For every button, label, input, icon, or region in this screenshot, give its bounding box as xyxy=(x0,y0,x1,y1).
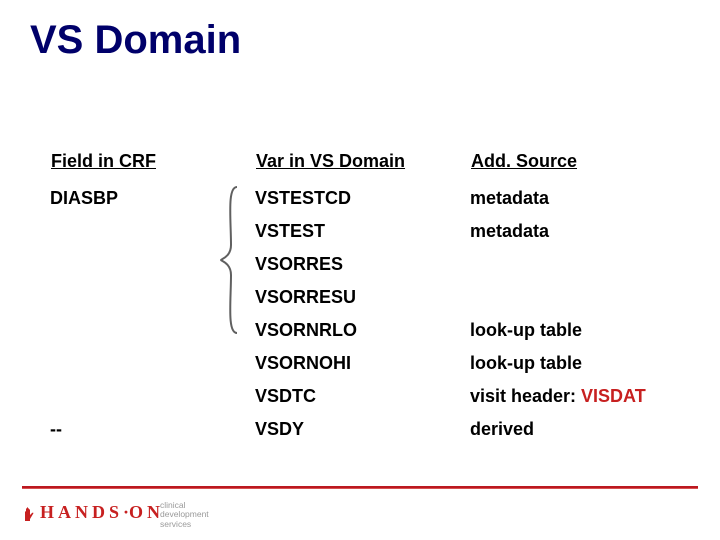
table-row: VSORRES xyxy=(50,248,710,281)
table-row: VSTEST metadata xyxy=(50,215,710,248)
cell-var: VSDTC xyxy=(255,380,470,413)
logo-text-tail: ON xyxy=(129,502,164,523)
cell-var: VSDY xyxy=(255,413,470,446)
cell-source: metadata xyxy=(470,215,710,248)
table-row: -- VSDY derived xyxy=(50,413,710,446)
logo-text-main: HANDS xyxy=(40,502,123,523)
cell-crf: DIASBP xyxy=(50,182,255,215)
cell-source: look-up table xyxy=(470,347,710,380)
cell-source xyxy=(470,248,710,281)
cell-crf: -- xyxy=(50,413,255,446)
table-header-row: Field in CRF Var in VS Domain Add. Sourc… xyxy=(50,150,710,182)
table-row: VSORNOHI look-up table xyxy=(50,347,710,380)
cell-crf xyxy=(50,281,255,314)
cell-crf xyxy=(50,347,255,380)
slide: VS Domain Field in CRF Var in VS Domain … xyxy=(0,0,720,540)
table-row: VSORNRLO look-up table xyxy=(50,314,710,347)
header-var: Var in VS Domain xyxy=(255,150,470,182)
cell-var: VSORRES xyxy=(255,248,470,281)
cell-var: VSORNOHI xyxy=(255,347,470,380)
cell-var: VSTESTCD xyxy=(255,182,470,215)
cell-crf xyxy=(50,215,255,248)
header-crf: Field in CRF xyxy=(50,150,255,182)
cell-crf xyxy=(50,380,255,413)
logo-sub-line: services xyxy=(160,520,209,529)
footer-logo-subtitle: clinical development services xyxy=(160,501,209,529)
cell-source: metadata xyxy=(470,182,710,215)
cell-source: derived xyxy=(470,413,710,446)
cell-var: VSTEST xyxy=(255,215,470,248)
table-row: DIASBP VSTESTCD metadata xyxy=(50,182,710,215)
slide-title: VS Domain xyxy=(30,18,241,63)
hand-icon xyxy=(22,505,36,521)
mapping-table: Field in CRF Var in VS Domain Add. Sourc… xyxy=(50,150,710,446)
cell-crf xyxy=(50,314,255,347)
cell-var: VSORNRLO xyxy=(255,314,470,347)
cell-var: VSORRESU xyxy=(255,281,470,314)
cell-source: visit header: VISDAT xyxy=(470,380,710,413)
cell-source: look-up table xyxy=(470,314,710,347)
table-row: VSORRESU xyxy=(50,281,710,314)
footer-divider xyxy=(22,486,698,489)
table-row: VSDTC visit header: VISDAT xyxy=(50,380,710,413)
header-source: Add. Source xyxy=(470,150,710,182)
footer-logo: HANDS·ON xyxy=(22,502,164,523)
cell-crf xyxy=(50,248,255,281)
cell-source xyxy=(470,281,710,314)
